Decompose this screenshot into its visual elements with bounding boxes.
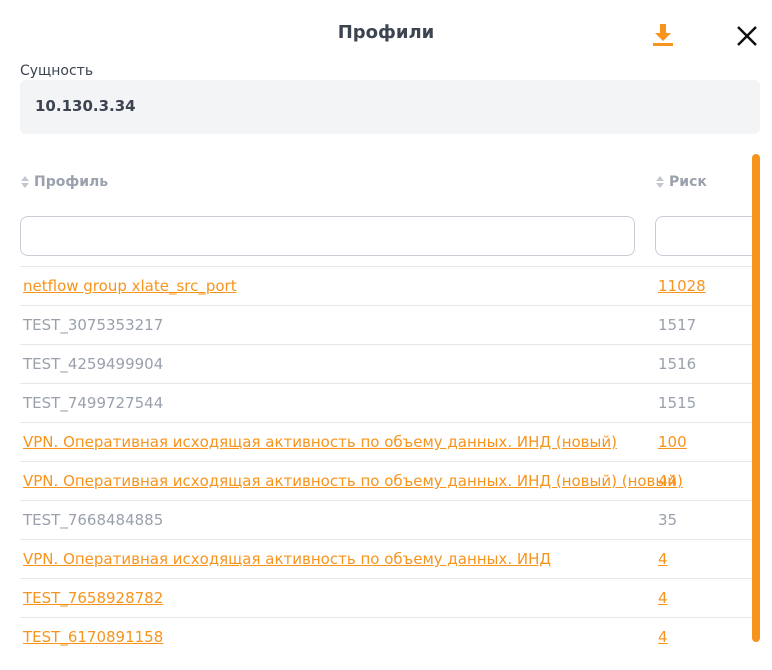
profile-name: TEST_3075353217 [23,316,164,334]
profile-name: TEST_7499727544 [23,394,164,412]
table-row[interactable]: TEST_7658928782 4 [20,578,752,617]
table-row[interactable]: netflow group xlate_src_port 11028 [20,266,752,305]
table-row: TEST_4259499904 1516 [20,344,752,383]
profile-name: TEST_4259499904 [23,355,164,373]
risk-value: 1516 [658,355,697,373]
table-row[interactable]: TEST_6170891158 4 [20,617,752,656]
download-button[interactable] [650,22,676,48]
profile-name[interactable]: TEST_7658928782 [23,589,163,607]
table-row: TEST_3075353217 1517 [20,305,752,344]
risk-value[interactable]: 100 [658,433,687,451]
profile-name[interactable]: VPN. Оперативная исходящая активность по… [23,433,617,451]
download-icon [653,24,673,46]
close-button[interactable] [733,22,761,50]
scrollbar[interactable] [752,154,760,642]
table-row: TEST_7668484885 35 [20,500,752,539]
profile-name: TEST_7668484885 [23,511,164,529]
profile-name[interactable]: VPN. Оперативная исходящая активность по… [23,472,683,490]
risk-value[interactable]: 44 [658,472,677,490]
risk-value[interactable]: 4 [658,628,668,646]
risk-value[interactable]: 4 [658,550,668,568]
profiles-table-body: netflow group xlate_src_port 11028 TEST_30… [20,266,752,656]
profile-filter-input[interactable] [20,216,635,256]
profile-name[interactable]: TEST_6170891158 [23,628,163,646]
entity-field: 10.130.3.34 [20,80,760,134]
entity-value: 10.130.3.34 [35,97,136,115]
column-header-risk[interactable]: Риск [655,174,707,190]
sort-icon [656,176,664,188]
column-header-profile[interactable]: Профиль [20,174,108,190]
risk-value: 1517 [658,316,697,334]
risk-filter-input[interactable] [655,216,752,256]
close-icon [737,26,757,46]
sort-icon [21,176,29,188]
dialog-header: Профили [0,0,772,66]
table-row[interactable]: VPN. Оперативная исходящая активность по… [20,539,752,578]
risk-value: 35 [658,511,678,529]
table-row[interactable]: VPN. Оперативная исходящая активность по… [20,422,752,461]
profile-name[interactable]: VPN. Оперативная исходящая активность по… [23,550,551,568]
risk-value[interactable]: 11028 [658,277,706,295]
column-header-risk-label: Риск [669,174,707,190]
entity-label: Сущность [20,63,94,79]
profile-name[interactable]: netflow group xlate_src_port [23,277,237,295]
column-header-profile-label: Профиль [34,174,109,190]
table-row: TEST_7499727544 1515 [20,383,752,422]
risk-value[interactable]: 4 [658,589,668,607]
risk-value: 1515 [658,394,697,412]
table-row[interactable]: VPN. Оперативная исходящая активность по… [20,461,752,500]
